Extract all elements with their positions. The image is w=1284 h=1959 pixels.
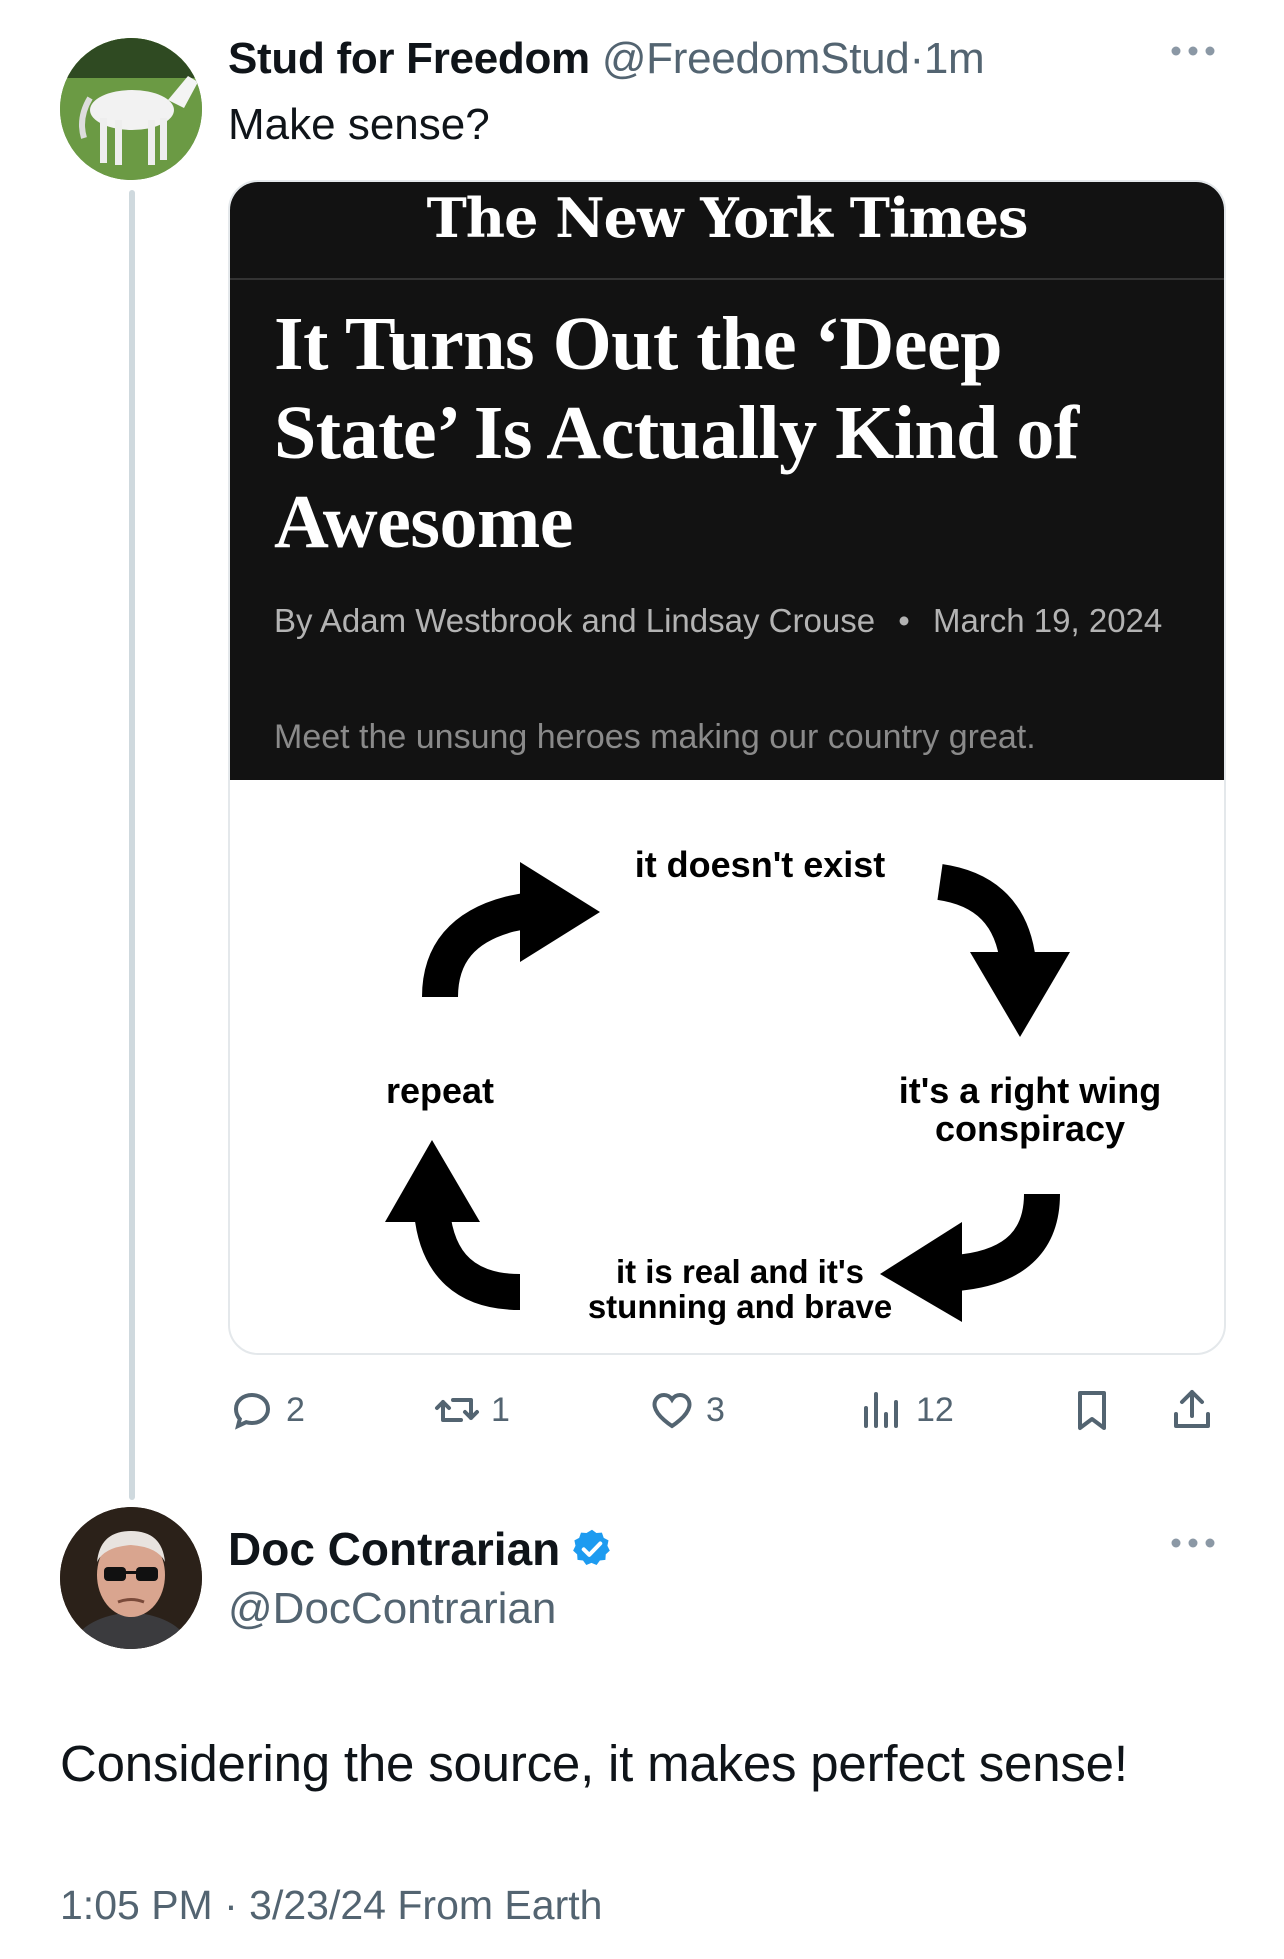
timestamp[interactable]: 1m — [924, 34, 985, 83]
article-headline: It Turns Out the ‘Deep State’ Is Actuall… — [274, 302, 1079, 564]
tweet-text: Make sense? — [228, 100, 490, 149]
separator: · — [224, 1882, 238, 1928]
display-name[interactable]: Doc Contrarian — [228, 1522, 560, 1576]
repost-count: 1 — [491, 1390, 510, 1429]
separator: · — [909, 34, 924, 83]
share-icon — [1174, 1390, 1210, 1428]
reply-icon — [233, 1392, 271, 1430]
display-name[interactable]: Stud for Freedom — [228, 34, 590, 83]
embedded-image-card[interactable]: The New York Times It Turns Out the ‘Dee… — [228, 180, 1226, 1355]
reply-count: 2 — [286, 1390, 305, 1429]
article-byline: By Adam Westbrook and Lindsay Crouse • M… — [274, 598, 1174, 644]
curved-arrow-top-left-icon — [422, 862, 600, 998]
tweet1-action-bar: 2 1 3 12 — [228, 1380, 1226, 1440]
verified-badge-icon — [573, 1529, 611, 1565]
article-dek: Meet the unsung heroes making our countr… — [274, 718, 1036, 756]
share-button[interactable] — [1168, 1380, 1216, 1440]
like-count: 3 — [706, 1390, 725, 1429]
views-button[interactable]: 12 — [858, 1380, 954, 1440]
avatar-stud-for-freedom[interactable] — [60, 38, 202, 180]
ellipsis-icon[interactable] — [1170, 1520, 1216, 1560]
avatar-doc-contrarian[interactable] — [60, 1507, 202, 1649]
horse-avatar-image — [60, 38, 202, 180]
repost-button[interactable]: 1 — [433, 1380, 510, 1440]
location: From Earth — [397, 1882, 603, 1928]
repost-icon — [435, 1398, 479, 1422]
tweet1-header: Stud for Freedom @FreedomStud·1m — [228, 34, 985, 84]
publication-logo: The New York Times — [426, 186, 1029, 250]
date[interactable]: 3/23/24 — [249, 1882, 386, 1928]
thread-line — [129, 190, 135, 1500]
tweet2-header: Doc Contrarian — [228, 1522, 614, 1576]
curved-arrow-bottom-right-icon — [880, 1193, 1060, 1322]
cycle-label-top: it doesn't exist — [634, 844, 886, 885]
cycle-label-right: it's a right wing conspiracy — [898, 1070, 1162, 1149]
curved-arrow-top-right-icon — [936, 864, 1070, 1037]
timestamp[interactable]: 1:05 PM — [60, 1882, 213, 1928]
article-header: The New York Times It Turns Out the ‘Dee… — [230, 182, 1224, 780]
views-count: 12 — [916, 1390, 954, 1429]
byline-bullet: • — [898, 602, 910, 639]
byline-date: March 19, 2024 — [932, 602, 1163, 639]
cycle-label-bottom: it is real and it's stunning and brave — [587, 1253, 893, 1325]
divider — [230, 278, 1224, 280]
handle[interactable]: @DocContrarian — [228, 1584, 556, 1634]
tweet-text: Considering the source, it makes perfect… — [60, 1735, 1128, 1792]
bookmark-icon — [1078, 1391, 1106, 1430]
reply-button[interactable]: 2 — [228, 1380, 305, 1440]
bookmark-button[interactable] — [1068, 1380, 1116, 1440]
cycle-label-left: repeat — [385, 1070, 495, 1111]
like-button[interactable]: 3 — [648, 1380, 725, 1440]
heart-icon — [652, 1392, 692, 1429]
tweet-meta: 1:05 PM · 3/23/24 From Earth — [60, 1882, 602, 1929]
curved-arrow-bottom-left-icon — [385, 1140, 521, 1310]
byline-authors: By Adam Westbrook and Lindsay Crouse — [274, 602, 876, 639]
man-portrait-avatar-image — [60, 1507, 202, 1649]
handle[interactable]: @FreedomStud — [602, 34, 910, 83]
ellipsis-icon[interactable] — [1170, 28, 1216, 68]
views-chart-icon — [864, 1392, 898, 1428]
